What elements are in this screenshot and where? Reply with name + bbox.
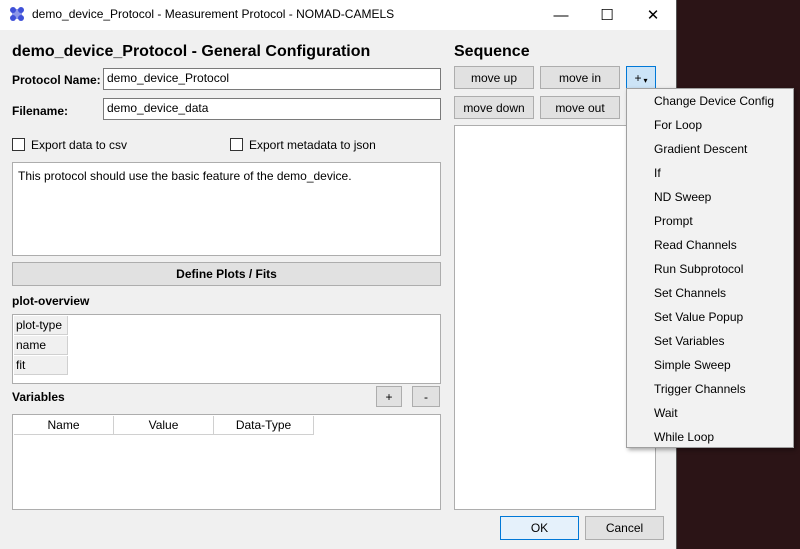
variables-label: Variables (12, 390, 65, 404)
move-down-button[interactable]: move down (454, 96, 534, 119)
maximize-icon: ☐ (600, 7, 614, 24)
menu-item-if[interactable]: If (654, 166, 661, 180)
export-json-label[interactable]: Export metadata to json (249, 138, 376, 152)
description-textarea[interactable]: This protocol should use the basic featu… (12, 162, 441, 256)
menu-item-set-value-popup[interactable]: Set Value Popup (654, 310, 743, 324)
add-variable-button[interactable]: + (376, 386, 402, 407)
add-step-label: + (634, 70, 642, 85)
variables-table[interactable]: Name Value Data-Type (12, 414, 441, 510)
menu-item-nd-sweep[interactable]: ND Sweep (654, 190, 711, 204)
protocol-window: demo_device_Protocol - Measurement Proto… (0, 0, 677, 549)
app-icon (10, 7, 24, 21)
plot-row-header: plot-type (14, 316, 68, 335)
menu-item-trigger-channels[interactable]: Trigger Channels (654, 382, 746, 396)
menu-item-simple-sweep[interactable]: Simple Sweep (654, 358, 731, 372)
menu-item-set-variables[interactable]: Set Variables (654, 334, 724, 348)
menu-item-while-loop[interactable]: While Loop (654, 430, 714, 444)
export-json-checkbox[interactable] (230, 138, 243, 151)
menu-item-for-loop[interactable]: For Loop (654, 118, 702, 132)
export-csv-label[interactable]: Export data to csv (31, 138, 127, 152)
title-bar[interactable]: demo_device_Protocol - Measurement Proto… (0, 0, 676, 30)
description-text: This protocol should use the basic featu… (18, 169, 352, 183)
menu-item-prompt[interactable]: Prompt (654, 214, 693, 228)
cancel-button[interactable]: Cancel (585, 516, 664, 540)
plot-row-header: name (14, 336, 68, 355)
plot-overview-table[interactable]: plot-type name fit (12, 314, 441, 384)
column-header-data-type[interactable]: Data-Type (214, 416, 314, 435)
protocol-name-label: Protocol Name: (12, 73, 101, 87)
minimize-button[interactable]: — (538, 0, 584, 30)
filename-field[interactable]: demo_device_data (103, 98, 441, 120)
minimize-icon: — (553, 6, 569, 24)
menu-item-read-channels[interactable]: Read Channels (654, 238, 737, 252)
protocol-name-field[interactable]: demo_device_Protocol (103, 68, 441, 90)
move-up-button[interactable]: move up (454, 66, 534, 89)
close-icon: ✕ (646, 7, 660, 24)
add-step-button[interactable]: + ▾ (626, 66, 656, 89)
column-header-name[interactable]: Name (14, 416, 114, 435)
sequence-heading: Sequence (454, 43, 530, 60)
move-out-button[interactable]: move out (540, 96, 620, 119)
menu-item-run-subprotocol[interactable]: Run Subprotocol (654, 262, 743, 276)
column-header-value[interactable]: Value (114, 416, 214, 435)
filename-label: Filename: (12, 104, 69, 118)
window-title: demo_device_Protocol - Measurement Proto… (32, 7, 395, 21)
plot-overview-label: plot-overview (12, 294, 90, 308)
close-button[interactable]: ✕ (630, 0, 676, 30)
dropdown-arrow-icon: ▾ (643, 76, 648, 85)
define-plots-button[interactable]: Define Plots / Fits (12, 262, 441, 286)
move-in-button[interactable]: move in (540, 66, 620, 89)
menu-item-set-channels[interactable]: Set Channels (654, 286, 726, 300)
remove-variable-button[interactable]: - (412, 386, 440, 407)
add-step-menu: Change Device Config For Loop Gradient D… (626, 88, 794, 448)
maximize-button[interactable]: ☐ (584, 0, 630, 30)
menu-item-change-device-config[interactable]: Change Device Config (654, 94, 774, 108)
export-csv-checkbox[interactable] (12, 138, 25, 151)
plot-row-header: fit (14, 356, 68, 375)
menu-item-wait[interactable]: Wait (654, 406, 678, 420)
ok-button[interactable]: OK (500, 516, 579, 540)
menu-item-gradient-descent[interactable]: Gradient Descent (654, 142, 747, 156)
config-heading: demo_device_Protocol - General Configura… (12, 43, 371, 60)
